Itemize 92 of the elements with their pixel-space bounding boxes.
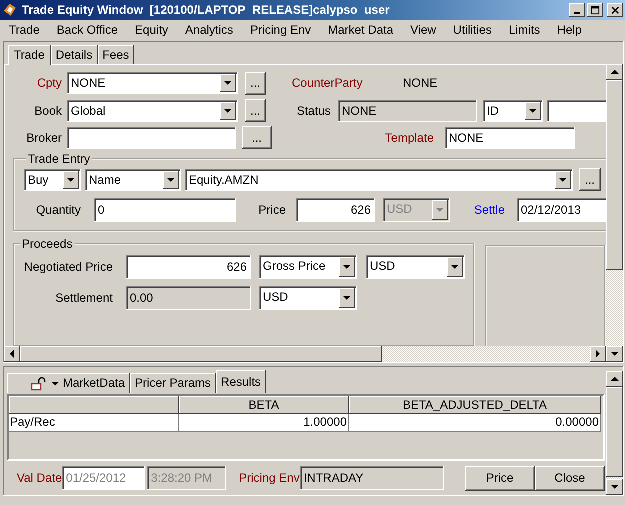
tab[interactable]: MarketData <box>7 373 130 393</box>
field-label: Negotiated Price <box>23 260 113 274</box>
template-field[interactable]: NONE <box>445 126 575 148</box>
field-label: Settlement <box>54 291 113 305</box>
id-type-dropdown[interactable]: ID <box>483 100 543 122</box>
menu-item[interactable]: Help <box>550 23 589 37</box>
book-dropdown[interactable]: Global <box>67 100 238 122</box>
quantity-field[interactable]: 0 <box>94 198 236 222</box>
caret-icon <box>451 265 459 269</box>
currency-dropdown[interactable]: USD <box>366 255 465 279</box>
window-title: Trade Equity Window [120100/LAPTOP_RELEASE]calypso_user <box>22 3 391 17</box>
column-header[interactable] <box>9 396 179 414</box>
browse-button[interactable]: ... <box>245 72 266 94</box>
field-label: Settle <box>473 203 505 217</box>
browse-button[interactable]: ... <box>242 126 272 149</box>
up-arrow-icon <box>610 377 618 381</box>
left-arrow-icon <box>10 350 14 358</box>
lookup-dropdown[interactable]: Name <box>85 168 181 190</box>
column-header[interactable]: BETA <box>179 396 349 414</box>
field-label: Broker <box>26 130 62 144</box>
price-field[interactable]: 626 <box>296 198 375 222</box>
field-label: Val Date <box>17 471 62 485</box>
minimize-icon <box>574 12 580 14</box>
menu-item[interactable]: Market Data <box>321 23 400 37</box>
tab[interactable]: Details <box>50 45 98 64</box>
menu-item[interactable]: Analytics <box>178 23 240 37</box>
direction-dropdown[interactable]: Buy <box>24 168 81 190</box>
field-label: Quantity <box>35 203 81 217</box>
broker-field[interactable] <box>67 126 236 148</box>
caret-icon <box>559 178 567 182</box>
menu-item[interactable]: Pricing Env <box>243 23 318 37</box>
table-cell: 1.00000 <box>179 414 349 432</box>
menu-item[interactable]: Equity <box>128 23 176 37</box>
status-field[interactable]: NONE <box>338 100 477 122</box>
cpty-dropdown[interactable]: NONE <box>67 72 238 94</box>
browse-button[interactable]: ... <box>579 168 601 191</box>
negotiated-price-field[interactable]: 626 <box>126 255 251 279</box>
group-title: Proceeds <box>21 237 74 251</box>
menu-item[interactable]: Trade <box>2 23 47 37</box>
caret-icon <box>343 296 351 300</box>
menu-item[interactable]: Limits <box>502 23 548 37</box>
caret-icon <box>343 265 351 269</box>
table-cell: 0.00000 <box>349 414 601 432</box>
table-cell: Pay/Rec <box>9 414 179 432</box>
price-type-dropdown[interactable]: Gross Price <box>259 255 357 279</box>
padlock-icon <box>30 376 48 390</box>
id-field[interactable] <box>547 100 606 122</box>
caret-icon <box>529 108 537 112</box>
down-arrow-icon <box>610 485 618 489</box>
caret-icon <box>436 208 444 212</box>
pricing-env-field[interactable]: INTRADAY <box>300 466 444 490</box>
caret-icon <box>167 178 175 182</box>
vertical-scrollbar[interactable] <box>606 64 623 362</box>
settle-date-field[interactable]: 02/12/2013 <box>517 198 606 222</box>
down-arrow-icon <box>610 352 618 356</box>
currency-dropdown[interactable]: USD <box>259 286 357 310</box>
app-icon <box>2 2 18 18</box>
menu-item[interactable]: Back Office <box>50 23 126 37</box>
field-label: Cpty <box>36 76 62 90</box>
right-arrow-icon <box>596 350 600 358</box>
counterparty-value: NONE <box>403 76 438 90</box>
browse-button[interactable]: ... <box>245 99 266 122</box>
close-button[interactable] <box>607 3 623 17</box>
field-label: Price <box>258 203 286 217</box>
group-title: Trade Entry <box>27 152 92 166</box>
minimize-button[interactable] <box>569 3 585 17</box>
up-arrow-icon <box>610 70 618 74</box>
maximize-button[interactable] <box>587 3 603 17</box>
tab[interactable]: Trade <box>8 45 51 65</box>
menu-item[interactable]: Utilities <box>446 23 499 37</box>
field-label: Status <box>296 104 331 118</box>
caret-icon <box>224 108 232 112</box>
horizontal-scrollbar[interactable] <box>4 346 606 362</box>
caret-icon <box>52 382 59 386</box>
settlement-field[interactable]: 0.00 <box>126 286 251 310</box>
field-label: Template <box>384 130 434 144</box>
close-icon <box>610 6 620 14</box>
field-label: Pricing Env <box>239 471 300 485</box>
action-button[interactable]: Close <box>535 466 605 490</box>
column-header[interactable]: BETA_ADJUSTED_DELTA <box>349 396 601 414</box>
caret-icon <box>224 81 232 85</box>
action-button[interactable]: Price <box>465 466 535 490</box>
field-label: CounterParty <box>292 76 364 90</box>
maximize-icon <box>590 6 600 14</box>
field-label: Book <box>34 104 62 118</box>
product-dropdown[interactable]: Equity.AMZN <box>185 168 573 190</box>
tab[interactable]: Fees <box>98 45 134 64</box>
tab[interactable]: Results <box>216 370 266 393</box>
menu-item[interactable]: View <box>404 23 444 37</box>
vertical-scrollbar[interactable] <box>606 371 623 495</box>
tab[interactable]: Pricer Params <box>130 373 216 393</box>
caret-icon <box>67 178 75 182</box>
